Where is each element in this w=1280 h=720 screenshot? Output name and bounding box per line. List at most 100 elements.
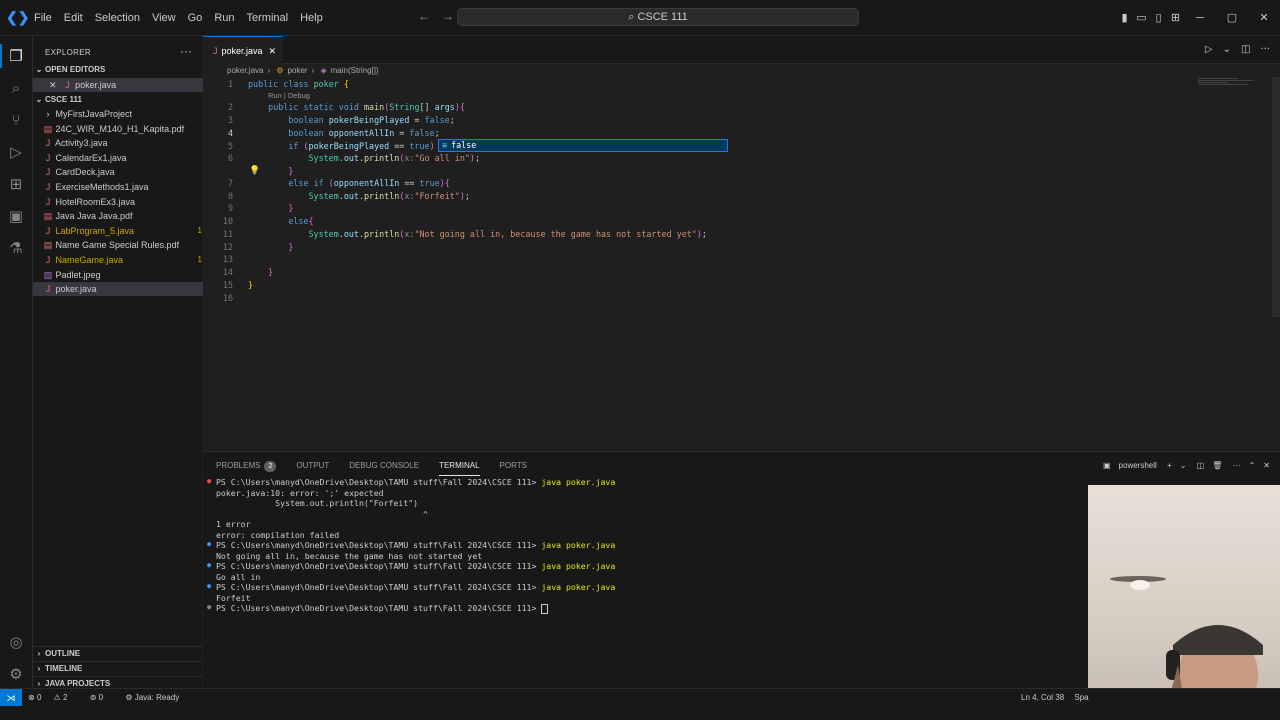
- file-item[interactable]: J HotelRoomEx3.java: [33, 195, 212, 209]
- shell-name[interactable]: powershell: [1119, 461, 1157, 470]
- line-number: 4: [227, 128, 233, 138]
- file-item[interactable]: J NameGame.java 1: [33, 253, 212, 267]
- tab-problems[interactable]: PROBLEMS 2: [216, 456, 277, 476]
- more-actions-icon[interactable]: ···: [180, 44, 192, 58]
- source-control-icon[interactable]: ⑂: [6, 110, 26, 130]
- run-debug-icon[interactable]: ▷: [6, 142, 26, 162]
- cursor-position[interactable]: Ln 4, Col 38: [1021, 693, 1064, 702]
- account-icon[interactable]: ◎: [6, 632, 26, 652]
- file-item[interactable]: J ExerciseMethods1.java: [33, 180, 212, 194]
- pdf-file-icon: ▤: [43, 124, 53, 134]
- remote-indicator-icon[interactable]: ⋊: [0, 689, 22, 707]
- tab-poker-java[interactable]: Jpoker.java ✕: [203, 36, 283, 65]
- explorer-icon[interactable]: ❐: [6, 46, 26, 66]
- ports-status[interactable]: ⊚ 0: [90, 693, 113, 702]
- menu-terminal[interactable]: Terminal: [241, 12, 295, 24]
- settings-gear-icon[interactable]: ⚙: [6, 664, 26, 684]
- toggle-sidebar-icon[interactable]: ▮: [1116, 11, 1133, 24]
- timeline-label: TIMELINE: [45, 664, 83, 673]
- line-number: 14: [222, 267, 233, 277]
- testing-icon[interactable]: ⚗: [6, 238, 26, 258]
- customize-layout-icon[interactable]: ⊞: [1167, 11, 1184, 24]
- close-panel-icon[interactable]: ✕: [1263, 461, 1270, 470]
- outline-header[interactable]: › OUTLINE: [33, 646, 202, 661]
- file-item[interactable]: J LabProgram_5.java 1: [33, 224, 212, 238]
- chevron-down-icon[interactable]: ⌄: [1223, 44, 1231, 55]
- toggle-secondary-sidebar-icon[interactable]: ▯: [1150, 11, 1167, 24]
- menu-bar: File Edit Selection View Go Run Terminal…: [28, 0, 329, 35]
- minimap[interactable]: [1198, 78, 1258, 92]
- menu-help[interactable]: Help: [294, 12, 329, 24]
- tab-ports[interactable]: PORTS: [500, 456, 527, 476]
- menu-edit[interactable]: Edit: [58, 12, 89, 24]
- menu-go[interactable]: Go: [182, 12, 209, 24]
- more-actions-icon[interactable]: ···: [1260, 44, 1270, 55]
- split-terminal-icon[interactable]: ◫: [1197, 461, 1205, 470]
- menu-file[interactable]: File: [28, 12, 58, 24]
- line-number: 10: [222, 216, 233, 226]
- close-icon[interactable]: ✕: [269, 46, 277, 56]
- minimize-icon[interactable]: ─: [1184, 12, 1216, 24]
- file-item[interactable]: ▨ Padlet.jpeg: [33, 268, 212, 282]
- menu-selection[interactable]: Selection: [89, 12, 146, 24]
- file-item[interactable]: › MyFirstJavaProject: [33, 107, 212, 121]
- code-line-8: else if (opponentAllIn == true){: [288, 178, 450, 188]
- menu-run[interactable]: Run: [208, 12, 240, 24]
- open-editor-item[interactable]: ✕ J poker.java: [33, 78, 218, 92]
- kill-terminal-icon[interactable]: 🗑: [1212, 461, 1222, 470]
- maximize-panel-icon[interactable]: ⌃: [1249, 461, 1256, 470]
- warning-count: 2: [63, 693, 68, 702]
- terminal-line: Not going all in, because the game has n…: [216, 550, 483, 561]
- tab-output[interactable]: OUTPUT: [296, 456, 329, 476]
- breadcrumb-class[interactable]: poker: [288, 66, 308, 75]
- breadcrumb-file[interactable]: poker.java: [227, 66, 263, 75]
- split-editor-icon[interactable]: ◫: [1241, 44, 1250, 55]
- remote-explorer-icon[interactable]: ▣: [6, 206, 26, 226]
- chevron-right-icon: ›: [46, 109, 50, 119]
- forward-arrow-icon[interactable]: →: [442, 9, 454, 23]
- chevron-down-icon[interactable]: ⌄: [1180, 461, 1187, 470]
- menu-view[interactable]: View: [146, 12, 182, 24]
- run-icon[interactable]: ▷: [1205, 44, 1213, 55]
- file-item[interactable]: J CalendarEx1.java: [33, 151, 212, 165]
- file-item[interactable]: ▤ 24C_WIR_M140_H1_Kapita.pdf: [33, 122, 212, 136]
- toggle-panel-icon[interactable]: ▭: [1133, 11, 1150, 24]
- file-item[interactable]: ▤ Java Java Java.pdf: [33, 209, 212, 223]
- close-window-icon[interactable]: ✕: [1248, 11, 1280, 24]
- new-terminal-icon[interactable]: +: [1167, 461, 1172, 470]
- tab-terminal[interactable]: TERMINAL: [439, 456, 480, 476]
- file-item[interactable]: ▤ Name Game Special Rules.pdf: [33, 238, 212, 252]
- java-status[interactable]: ⚙ Java: Ready: [125, 693, 189, 702]
- class-icon: ⚙: [276, 66, 284, 75]
- window-controls: ▮ ▭ ▯ ⊞ ─ ▢ ✕: [1116, 0, 1280, 35]
- indentation-status[interactable]: Spa: [1074, 693, 1088, 702]
- editor-scrollbar[interactable]: [1272, 77, 1280, 317]
- maximize-icon[interactable]: ▢: [1216, 11, 1248, 24]
- back-arrow-icon[interactable]: ←: [418, 9, 430, 23]
- suggestion-widget[interactable]: ≡ false: [438, 139, 728, 152]
- folder-header[interactable]: ⌄ CSCE 111: [33, 93, 202, 107]
- file-name: CardDeck.java: [55, 167, 115, 177]
- file-name: 24C_WIR_M140_H1_Kapita.pdf: [55, 124, 185, 134]
- terminal-shell-icon: ▣: [1102, 461, 1111, 470]
- file-name: ExerciseMethods1.java: [55, 182, 149, 192]
- file-item[interactable]: J Activity3.java: [33, 136, 212, 150]
- timeline-header[interactable]: › TIMELINE: [33, 661, 202, 676]
- webcam-overlay: [1088, 485, 1280, 720]
- close-icon[interactable]: ✕: [49, 80, 57, 90]
- terminal-line: 1 error: [216, 519, 251, 529]
- more-actions-icon[interactable]: ···: [1233, 461, 1241, 470]
- file-name: HotelRoomEx3.java: [55, 197, 136, 207]
- idle-dot-icon: ●: [207, 603, 212, 611]
- codelens-run-debug[interactable]: Run | Debug: [268, 91, 310, 100]
- command-center[interactable]: ⌕ CSCE 111: [457, 8, 859, 26]
- breadcrumb-method[interactable]: main(String[]): [331, 66, 379, 75]
- file-item[interactable]: J poker.java: [33, 282, 212, 296]
- code-line-6: System.out.println(x:"Go all in");: [308, 153, 481, 163]
- extensions-icon[interactable]: ⊞: [6, 174, 26, 194]
- file-item[interactable]: J CardDeck.java: [33, 165, 212, 179]
- search-icon[interactable]: ⌕: [6, 78, 26, 98]
- problems-status[interactable]: ⊗ 0 ⚠ 2: [28, 693, 77, 702]
- tab-debug-console[interactable]: DEBUG CONSOLE: [349, 456, 419, 476]
- open-editors-header[interactable]: ⌄ OPEN EDITORS: [33, 63, 202, 77]
